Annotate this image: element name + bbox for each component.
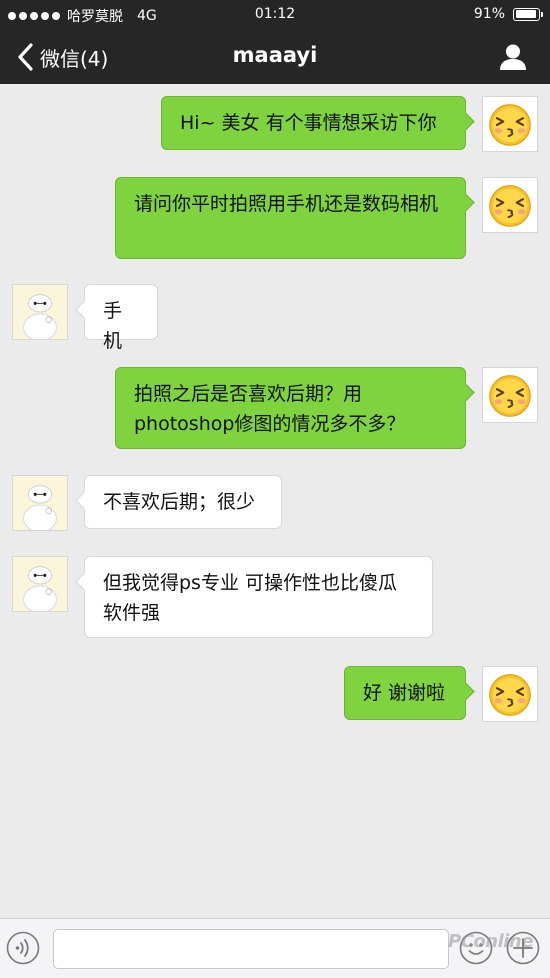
message-text: Hi~ 美女 有个事情想采访下你 xyxy=(180,112,437,134)
received-message-bubble[interactable]: 不喜欢后期；很少 xyxy=(84,475,282,529)
status-time: 01:12 xyxy=(254,6,296,22)
message-text: 不喜欢后期；很少 xyxy=(103,491,256,513)
status-bar: 哈罗莫脱 4G 01:12 91% xyxy=(0,0,550,30)
battery-icon xyxy=(513,7,543,21)
navigation-bar: 微信(4) maaayi xyxy=(0,30,550,84)
voice-icon[interactable] xyxy=(6,931,40,965)
chat-area[interactable]: Hi~ 美女 有个事情想采访下你 请问你平时拍照用手机还是数码相机 手机 拍照之… xyxy=(0,84,550,918)
baymax-avatar[interactable] xyxy=(12,284,68,342)
kiss-face-emoji-avatar[interactable] xyxy=(482,666,538,722)
sent-message-bubble[interactable]: 请问你平时拍照用手机还是数码相机 xyxy=(115,177,466,259)
message-text: 手机 xyxy=(103,300,123,352)
received-message-bubble[interactable]: 手机 xyxy=(84,284,158,352)
message-input[interactable] xyxy=(53,929,449,969)
person-icon[interactable] xyxy=(498,43,528,71)
sent-message-bubble[interactable]: Hi~ 美女 有个事情想采访下你 xyxy=(161,96,466,150)
kiss-face-emoji-avatar[interactable] xyxy=(482,96,538,152)
baymax-illustration xyxy=(13,557,67,614)
top-bar: 哈罗莫脱 4G 01:12 91% 微信(4) maaayi xyxy=(0,0,550,84)
input-bar: PConline xyxy=(0,918,550,978)
kiss-face-emoji xyxy=(489,375,531,417)
message-text: 拍照之后是否喜欢后期？用photoshop修图的情况多不多？ xyxy=(134,383,406,435)
kiss-face-emoji-avatar[interactable] xyxy=(482,177,538,233)
kiss-face-emoji xyxy=(489,674,531,716)
chat-title: maaayi xyxy=(232,43,318,67)
message-text: 好 谢谢啦 xyxy=(363,682,446,704)
message-text: 请问你平时拍照用手机还是数码相机 xyxy=(134,193,439,215)
baymax-illustration xyxy=(13,476,67,533)
baymax-illustration xyxy=(13,285,67,342)
battery-percentage: 91% xyxy=(473,6,505,22)
kiss-face-emoji xyxy=(489,185,531,227)
received-message-bubble[interactable]: 但我觉得ps专业 可操作性也比傻瓜软件强 xyxy=(84,556,433,638)
sent-message-bubble[interactable]: 拍照之后是否喜欢后期？用photoshop修图的情况多不多？ xyxy=(115,367,466,449)
kiss-face-emoji xyxy=(489,104,531,146)
message-text: 但我觉得ps专业 可操作性也比傻瓜软件强 xyxy=(103,572,397,624)
kiss-face-emoji-avatar[interactable] xyxy=(482,367,538,423)
baymax-avatar[interactable] xyxy=(12,556,68,614)
baymax-avatar[interactable] xyxy=(12,475,68,533)
status-right: 91% xyxy=(473,6,543,22)
plus-icon[interactable] xyxy=(506,931,540,965)
battery-level xyxy=(515,10,536,18)
sent-message-bubble[interactable]: 好 谢谢啦 xyxy=(344,666,466,720)
